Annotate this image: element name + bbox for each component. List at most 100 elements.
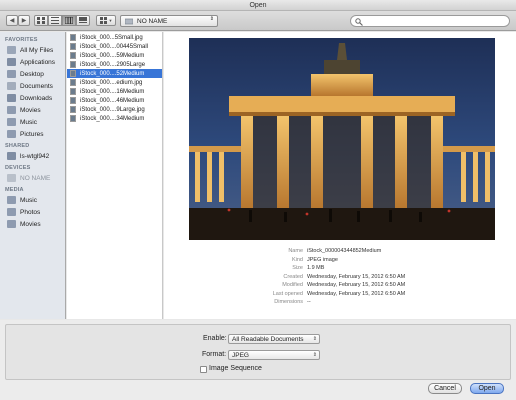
info-value: JPEG image xyxy=(307,256,338,263)
file-row[interactable]: iStock_000....46Medium xyxy=(67,96,162,105)
sidebar-item-no-name[interactable]: NO NAME xyxy=(0,172,65,184)
image-file-icon xyxy=(70,88,76,95)
desktop-icon xyxy=(7,70,16,78)
sidebar-item-label: Movies xyxy=(20,106,41,114)
file-row[interactable]: iStock_000...5Small.jpg xyxy=(67,33,162,42)
file-row[interactable]: iStock_000....34Medium xyxy=(67,114,162,123)
search-input[interactable] xyxy=(365,17,505,26)
sidebar-item-photos[interactable]: Photos xyxy=(0,206,65,218)
pictures-icon xyxy=(7,130,16,138)
file-name: iStock_000....9Large.jpg xyxy=(80,106,145,113)
info-row: Dimensions -- xyxy=(164,299,516,308)
shared-computer-icon xyxy=(7,152,16,160)
info-row: Last opened Wednesday, February 15, 2012 … xyxy=(164,291,516,300)
info-key: Created xyxy=(283,273,303,280)
sidebar-item-movies[interactable]: Movies xyxy=(0,104,65,116)
forward-button[interactable]: ▶ xyxy=(18,15,30,26)
movies-icon xyxy=(7,220,16,228)
bottom-panel: Enable: All Readable Documents ⇕ Format:… xyxy=(0,320,516,400)
disk-icon xyxy=(125,18,133,24)
file-row[interactable]: iStock_000....59Medium xyxy=(67,51,162,60)
info-value: -- xyxy=(307,299,311,305)
file-name: iStock_000....00445Small xyxy=(80,43,149,50)
open-button-label: Open xyxy=(478,385,496,392)
applications-icon xyxy=(7,58,16,66)
view-icons-button[interactable] xyxy=(34,15,48,26)
info-key: Dimensions xyxy=(274,299,303,305)
file-name: iStock_000....59Medium xyxy=(80,52,145,59)
sidebar-item-label: Downloads xyxy=(20,94,53,102)
view-coverflow-button[interactable] xyxy=(76,15,90,26)
sidebar-item-applications[interactable]: Applications xyxy=(0,56,65,68)
window-titlebar: Open xyxy=(0,0,516,11)
format-label: Format: xyxy=(202,351,227,358)
info-value: Wednesday, February 15, 2012 6:50 AM xyxy=(307,282,406,288)
sidebar-section-title: SHARED xyxy=(5,143,30,149)
preview-image xyxy=(189,38,495,240)
sidebar: FAVORITES All My Files Applications Desktop… xyxy=(0,32,66,319)
info-key: Size xyxy=(292,265,303,271)
file-name: iStock_000...5Small.jpg xyxy=(80,34,143,41)
sidebar-item-music[interactable]: Music xyxy=(0,116,65,128)
file-row[interactable]: iStock_000....edium.jpg xyxy=(67,78,162,87)
file-row[interactable]: iStock_000....16Medium xyxy=(67,87,162,96)
movies-icon xyxy=(7,106,16,114)
location-popup[interactable]: NO NAME ⇕ xyxy=(120,15,218,27)
sidebar-item-label: Movies xyxy=(20,220,41,228)
file-row[interactable]: iStock_000....9Large.jpg xyxy=(67,105,162,114)
sidebar-item-desktop[interactable]: Desktop xyxy=(0,68,65,80)
info-row: Created Wednesday, February 15, 2012 6:50… xyxy=(164,274,516,283)
info-row: Name iStock_000004344852Medium xyxy=(164,248,516,257)
format-select[interactable]: JPEG ⇕ xyxy=(228,350,320,360)
image-file-icon xyxy=(70,70,76,77)
forward-arrow-icon: ▶ xyxy=(21,18,27,24)
sidebar-item-movies[interactable]: Movies xyxy=(0,218,65,230)
file-name: iStock_000....46Medium xyxy=(80,97,145,104)
view-list-button[interactable] xyxy=(48,15,62,26)
file-row[interactable]: iStock_000....00445Small xyxy=(67,42,162,51)
sidebar-item-documents[interactable]: Documents xyxy=(0,80,65,92)
file-name: iStock_000....34Medium xyxy=(80,115,145,122)
options-panel: Enable: All Readable Documents ⇕ Format:… xyxy=(5,324,511,380)
cancel-button[interactable]: Cancel xyxy=(428,383,462,394)
image-file-icon xyxy=(70,43,76,50)
file-name: iStock_000....16Medium xyxy=(80,88,145,95)
sidebar-section-title: MEDIA xyxy=(5,187,24,193)
file-row[interactable]: iStock_000....2905Large xyxy=(67,60,162,69)
file-name: iStock_000....edium.jpg xyxy=(80,79,143,86)
toolbar: ◀ ▶ ▼ NO NAME ⇕ xyxy=(0,11,516,31)
enable-value: All Readable Documents xyxy=(232,336,304,343)
sidebar-item-downloads[interactable]: Downloads xyxy=(0,92,65,104)
arrange-button[interactable]: ▼ xyxy=(96,15,116,26)
sidebar-item-music[interactable]: Music xyxy=(0,194,65,206)
info-row: Kind JPEG image xyxy=(164,257,516,266)
info-value: Wednesday, February 15, 2012 6:50 AM xyxy=(307,290,406,297)
info-key: Modified xyxy=(282,282,303,288)
info-value: 1.9 MB xyxy=(307,265,325,271)
sidebar-item-label: Applications xyxy=(20,58,56,66)
image-file-icon xyxy=(70,34,76,41)
format-value: JPEG xyxy=(232,352,249,359)
info-value: iStock_000004344852Medium xyxy=(307,248,382,254)
sidebar-item-label: All My Files xyxy=(20,46,54,54)
arrange-icon xyxy=(99,17,107,24)
back-button[interactable]: ◀ xyxy=(6,15,18,26)
open-button[interactable]: Open xyxy=(470,383,504,394)
info-row: Modified Wednesday, February 15, 2012 6:5… xyxy=(164,282,516,291)
file-row[interactable]: iStock_000....52Medium xyxy=(67,69,162,78)
info-key: Last opened xyxy=(272,290,303,297)
cancel-button-label: Cancel xyxy=(434,385,456,392)
sidebar-item-ls-wtgl942[interactable]: ls-wtgl942 xyxy=(0,150,65,162)
sidebar-item-all-my-files[interactable]: All My Files xyxy=(0,44,65,56)
documents-icon xyxy=(7,82,16,90)
image-sequence-checkbox[interactable] xyxy=(200,366,207,373)
file-name: iStock_000....2905Large xyxy=(80,61,146,68)
image-file-icon xyxy=(70,97,76,104)
view-columns-button[interactable] xyxy=(62,15,76,26)
sidebar-item-pictures[interactable]: Pictures xyxy=(0,128,65,140)
search-field[interactable] xyxy=(350,15,510,27)
info-key: Name xyxy=(288,248,303,254)
music-icon xyxy=(7,118,16,126)
image-file-icon xyxy=(70,61,76,68)
enable-select[interactable]: All Readable Documents ⇕ xyxy=(228,334,320,344)
